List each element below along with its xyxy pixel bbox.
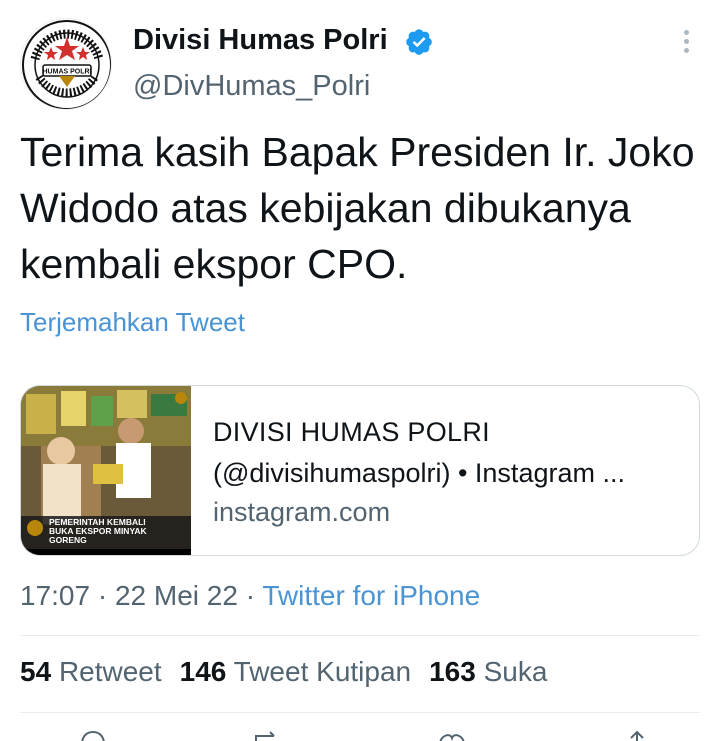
translate-tweet-link[interactable]: Terjemahkan Tweet — [20, 307, 245, 338]
tweet-meta: 17:07 · 22 Mei 22 · Twitter for iPhone — [20, 580, 480, 612]
tweet-time[interactable]: 17:07 — [20, 580, 90, 611]
card-domain: instagram.com — [213, 497, 391, 527]
quotes-count: 146 — [179, 656, 227, 687]
meta-separator-2: · — [237, 580, 263, 611]
svg-text:GORENG: GORENG — [49, 535, 87, 545]
retweets-stat[interactable]: 54 Retweet — [20, 656, 162, 687]
more-options-icon[interactable] — [676, 30, 696, 60]
like-icon[interactable] — [437, 730, 467, 741]
likes-label: Suka — [483, 656, 548, 687]
retweets-label: Retweet — [58, 656, 162, 687]
police-emblem-icon: HUMAS POLRI — [22, 20, 111, 109]
reply-icon[interactable] — [78, 730, 108, 741]
card-title: DIVISI HUMAS POLRI — [213, 417, 490, 447]
share-icon[interactable] — [622, 730, 652, 741]
divider — [20, 635, 700, 636]
retweet-icon[interactable] — [252, 730, 282, 741]
likes-count: 163 — [429, 656, 476, 687]
account-handle[interactable]: @DivHumas_Polri — [133, 70, 370, 103]
tweet-stats: 54 Retweet 146 Tweet Kutipan 163 Suka — [20, 656, 547, 688]
tweet-source[interactable]: Twitter for iPhone — [262, 580, 480, 611]
card-subtitle: (@divisihumaspolri) • Instagram ... — [213, 458, 625, 488]
link-preview-card[interactable]: PEMERINTAH KEMBALI BUKA EKSPOR MINYAK GO… — [20, 385, 700, 556]
svg-text:HUMAS POLRI: HUMAS POLRI — [43, 69, 92, 76]
profile-avatar[interactable]: HUMAS POLRI — [20, 18, 112, 110]
tweet-date[interactable]: 22 Mei 22 — [115, 580, 238, 611]
tweet-text: Terima kasih Bapak Presiden Ir. Joko Wid… — [20, 129, 695, 287]
meta-separator: · — [90, 580, 115, 611]
card-thumbnail: PEMERINTAH KEMBALI BUKA EKSPOR MINYAK GO… — [21, 386, 191, 555]
quotes-stat[interactable]: 146 Tweet Kutipan — [180, 656, 411, 687]
likes-stat[interactable]: 163 Suka — [429, 656, 547, 687]
quotes-label: Tweet Kutipan — [233, 656, 412, 687]
divider-2 — [20, 712, 700, 713]
account-name[interactable]: Divisi Humas Polri — [133, 24, 388, 57]
retweets-count: 54 — [20, 656, 52, 687]
verified-badge-icon — [406, 29, 432, 55]
